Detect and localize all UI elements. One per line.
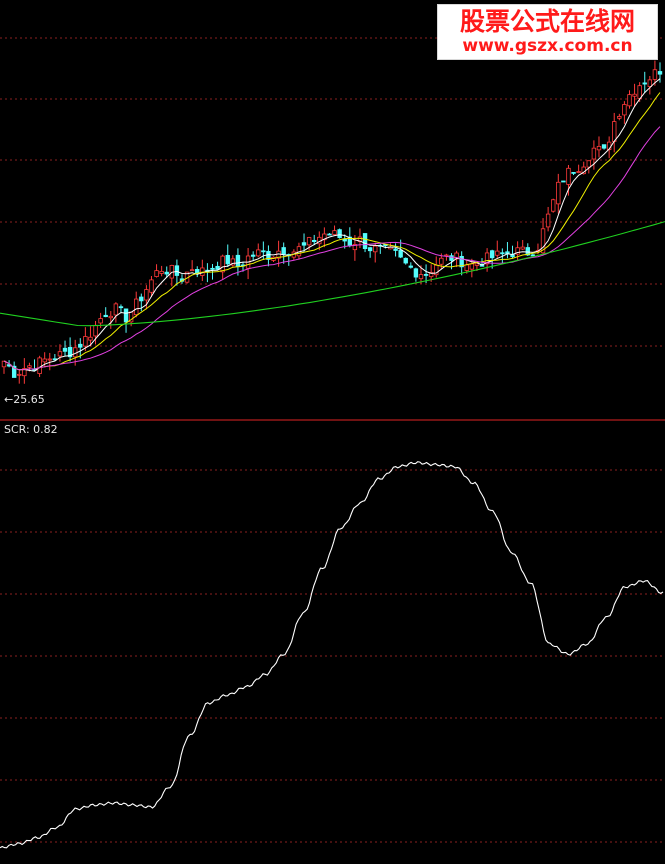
candle-body: [337, 229, 342, 239]
candle-body: [225, 254, 230, 265]
candle-body: [154, 270, 159, 277]
candle-body: [118, 306, 124, 309]
candle-body: [556, 181, 561, 205]
candle-body: [586, 160, 592, 168]
candle-body: [301, 242, 307, 246]
candle-body: [566, 167, 571, 185]
candle-body: [88, 336, 93, 341]
candle-body: [164, 271, 169, 275]
candle-body: [571, 171, 576, 174]
watermark-title: 股票公式在线网: [459, 7, 635, 36]
candle-body: [367, 247, 373, 252]
candle-body: [123, 308, 129, 323]
candle-body: [403, 257, 408, 264]
candle-body: [500, 252, 505, 255]
candle-body: [42, 358, 47, 363]
candle-body: [57, 351, 63, 357]
candle-body: [612, 121, 617, 142]
price-low-marker: ←25.65: [4, 393, 45, 406]
candle-body: [530, 254, 536, 257]
candle-body: [159, 270, 164, 274]
candle-body: [576, 171, 581, 173]
candle-body: [647, 79, 653, 87]
candle-body: [596, 145, 602, 151]
candle-body: [393, 248, 398, 251]
candle-body: [62, 347, 68, 352]
candle-body: [144, 289, 149, 301]
site-watermark-logo: 股票公式在线网 www.gszx.com.cn: [437, 4, 658, 60]
candle-body: [520, 246, 525, 250]
candle-body: [591, 147, 597, 160]
chart-canvas: [0, 0, 665, 864]
candle-body: [642, 82, 647, 85]
indicator-legend: SCR: 0.82: [4, 423, 58, 436]
candle-body: [103, 314, 108, 318]
candle-body: [495, 250, 500, 256]
candle-body: [327, 233, 332, 236]
candle-body: [632, 93, 637, 97]
candle-body: [93, 324, 98, 337]
candle-body: [235, 254, 241, 268]
candle-body: [37, 357, 42, 374]
candle-body: [220, 255, 225, 273]
candle-body: [281, 247, 286, 255]
candle-body: [627, 94, 632, 107]
candle-body: [210, 267, 215, 270]
candle-body: [312, 239, 317, 242]
candle-body: [551, 199, 556, 212]
candle-body: [413, 268, 419, 278]
candle-body: [17, 373, 22, 376]
candle-body: [601, 144, 607, 149]
candle-body: [113, 303, 119, 316]
candle-body: [408, 265, 414, 268]
candle-body: [423, 274, 429, 276]
candle-body: [256, 249, 261, 257]
candle-body: [342, 238, 347, 242]
candle-body: [418, 274, 424, 280]
candle-body: [464, 264, 469, 271]
candle-body: [134, 298, 139, 316]
candle-body: [373, 245, 378, 253]
candle-body: [139, 296, 144, 302]
chart-background: [0, 0, 665, 864]
candle-body: [439, 257, 444, 265]
candle-body: [189, 269, 195, 272]
candle-body: [27, 365, 32, 368]
candle-body: [637, 85, 642, 99]
candle-body: [250, 254, 256, 257]
candle-body: [47, 358, 52, 361]
candle-body: [617, 115, 622, 119]
candle-body: [261, 250, 266, 253]
candle-body: [657, 71, 663, 75]
candle-body: [362, 233, 368, 249]
candle-body: [332, 230, 337, 235]
candle-body: [545, 213, 551, 228]
candle-body: [561, 180, 566, 183]
candle-body: [174, 265, 180, 276]
candle-body: [398, 249, 403, 258]
candle-body: [78, 343, 83, 348]
candle-body: [474, 263, 480, 266]
candle-body: [489, 250, 495, 259]
candle-body: [622, 104, 627, 116]
watermark-url: www.gszx.com.cn: [462, 36, 633, 56]
candle-body: [108, 315, 113, 319]
candle-body: [449, 255, 454, 261]
candle-body: [306, 237, 312, 246]
candle-body: [469, 263, 475, 270]
candle-body: [98, 318, 103, 324]
candle-body: [83, 336, 88, 347]
candle-body: [149, 279, 154, 293]
candle-body: [652, 69, 658, 80]
